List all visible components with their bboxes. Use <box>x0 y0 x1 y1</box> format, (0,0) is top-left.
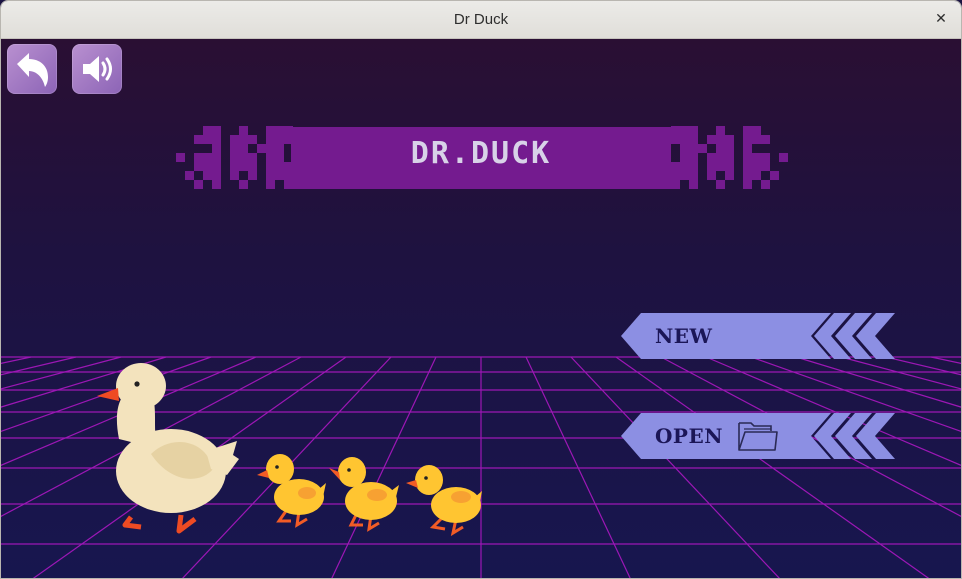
window-title: Dr Duck <box>453 11 509 28</box>
duckling-3 <box>406 465 482 537</box>
window-close-button[interactable]: ✕ <box>931 9 951 29</box>
duckling-1 <box>257 454 326 528</box>
mother-duck <box>97 363 239 534</box>
game-canvas: DR.DUCK NEW OPEN <box>1 39 961 578</box>
app-window: Dr Duck ✕ DR.DUCK NEW OPEN <box>0 0 962 579</box>
duckling-2 <box>329 457 399 532</box>
title-bar: Dr Duck ✕ <box>1 1 961 39</box>
duck-family <box>97 363 482 537</box>
